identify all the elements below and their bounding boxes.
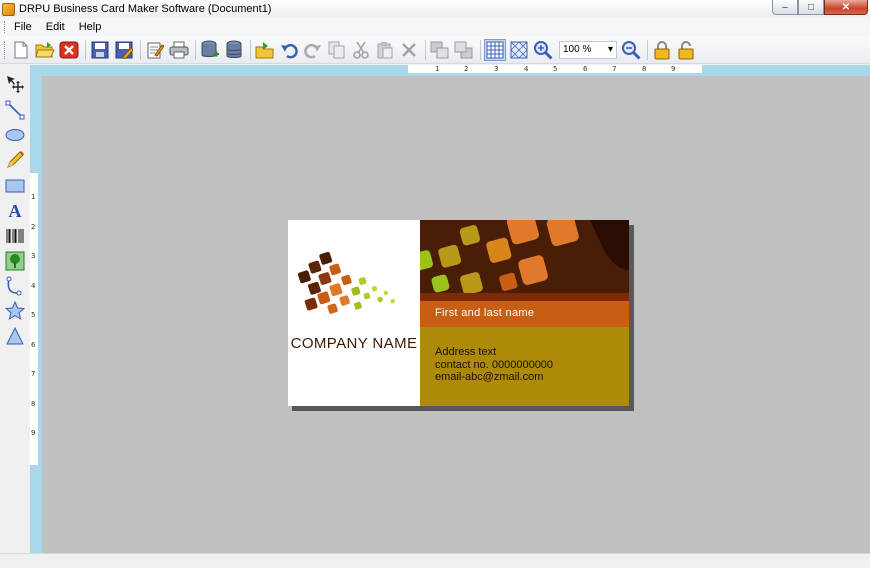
- status-bar: [0, 553, 870, 568]
- pattern-graphic: [420, 220, 629, 293]
- address-text[interactable]: Address text: [435, 346, 496, 358]
- close-window-button[interactable]: ✕: [824, 0, 868, 15]
- app-icon: [2, 2, 15, 16]
- export-icon[interactable]: [254, 39, 276, 61]
- open-icon[interactable]: [34, 39, 56, 61]
- triangle-icon[interactable]: [4, 325, 26, 347]
- ellipse-icon[interactable]: [4, 124, 26, 146]
- database-icon[interactable]: [223, 39, 245, 61]
- horizontal-ruler: 1 2 3 4 5 6 7 8 9: [30, 65, 870, 76]
- unlock-icon[interactable]: [675, 39, 697, 61]
- zoom-out-icon[interactable]: [620, 39, 642, 61]
- zoom-in-icon[interactable]: [532, 39, 554, 61]
- menu-file[interactable]: File: [7, 21, 39, 33]
- canvas-workspace[interactable]: COMPANY NAME First and last name Address…: [42, 76, 870, 553]
- cut-icon[interactable]: [350, 39, 372, 61]
- properties-icon[interactable]: [144, 39, 166, 61]
- window-controls: – □ ✕: [772, 0, 868, 15]
- redo-icon[interactable]: [302, 39, 324, 61]
- copy-icon[interactable]: [326, 39, 348, 61]
- maximize-button[interactable]: □: [798, 0, 824, 15]
- vertical-ruler: 1 2 3 4 5 6 7 8 9: [30, 65, 42, 553]
- person-name[interactable]: First and last name: [435, 307, 534, 319]
- close-icon[interactable]: [58, 39, 80, 61]
- chevron-down-icon: ▾: [607, 44, 613, 55]
- email-text[interactable]: email-abc@zmail.com: [435, 371, 543, 383]
- curve-icon[interactable]: [4, 275, 26, 297]
- grid-icon[interactable]: [484, 38, 506, 61]
- bring-front-icon[interactable]: [429, 39, 451, 61]
- title-bar: DRPU Business Card Maker Software (Docum…: [0, 0, 870, 18]
- menu-edit[interactable]: Edit: [39, 21, 72, 33]
- card-info-panel: First and last name Address text contact…: [420, 220, 629, 406]
- line-icon[interactable]: [4, 99, 26, 121]
- card-logo-panel: COMPANY NAME: [288, 220, 420, 406]
- toolbar-grip: [4, 40, 7, 59]
- database-add-icon[interactable]: [199, 39, 221, 61]
- delete-icon[interactable]: [398, 39, 420, 61]
- card-pattern: [420, 220, 629, 293]
- save-as-icon[interactable]: [113, 39, 135, 61]
- text-icon[interactable]: A: [4, 200, 26, 222]
- minimize-button[interactable]: –: [772, 0, 798, 15]
- zoom-value: 100 %: [563, 44, 592, 55]
- menu-bar: File Edit Help: [0, 18, 870, 36]
- paste-icon[interactable]: [374, 39, 396, 61]
- save-icon[interactable]: [89, 39, 111, 61]
- company-name[interactable]: COMPANY NAME: [288, 335, 420, 352]
- image-icon[interactable]: [4, 250, 26, 272]
- window-title: DRPU Business Card Maker Software (Docum…: [19, 3, 272, 15]
- contact-text[interactable]: contact no. 0000000000: [435, 359, 553, 371]
- select-icon[interactable]: [4, 73, 26, 95]
- new-icon[interactable]: [10, 39, 32, 61]
- grid-alt-icon[interactable]: [508, 39, 530, 61]
- send-back-icon[interactable]: [453, 39, 475, 61]
- logo-graphic: [297, 251, 396, 314]
- barcode-icon[interactable]: [4, 225, 26, 247]
- toolbar: 100 % ▾: [0, 36, 870, 64]
- business-card[interactable]: COMPANY NAME First and last name Address…: [288, 220, 629, 406]
- tool-panel: A: [0, 65, 30, 553]
- pencil-icon[interactable]: [4, 149, 26, 171]
- zoom-select[interactable]: 100 % ▾: [559, 40, 617, 59]
- text-glyph: A: [8, 200, 22, 221]
- undo-icon[interactable]: [278, 39, 300, 61]
- rectangle-icon[interactable]: [4, 175, 26, 197]
- star-icon[interactable]: [4, 300, 26, 322]
- menu-help[interactable]: Help: [72, 21, 109, 33]
- print-icon[interactable]: [168, 39, 190, 61]
- lock-icon[interactable]: [651, 39, 673, 61]
